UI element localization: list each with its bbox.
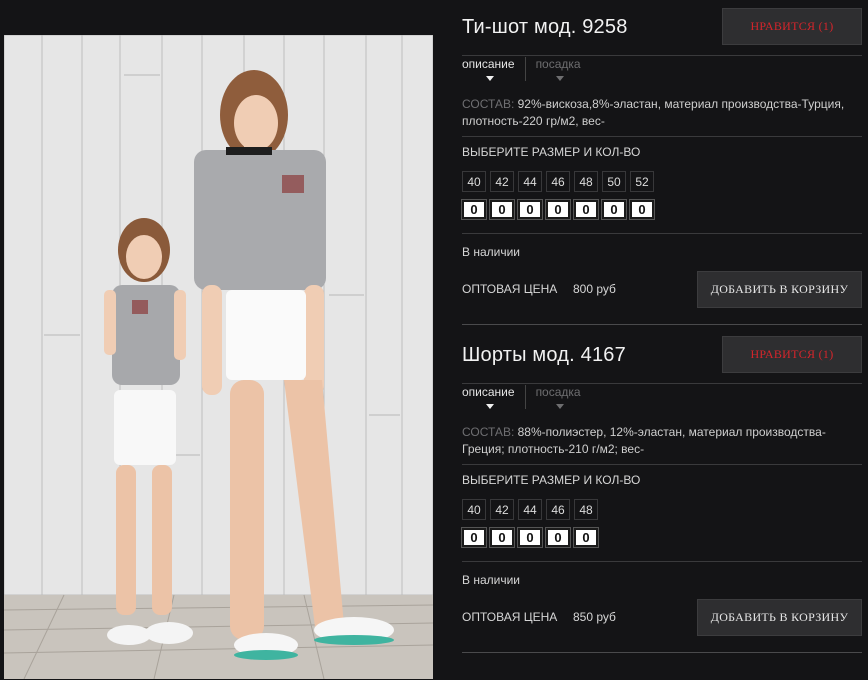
tab-description[interactable]: описание [462,385,525,409]
size-option[interactable]: 44 [518,171,542,192]
stock-status: В наличии [462,245,521,259]
composition-value: 92%-вискоза,8%-эластан, материал произво… [462,97,845,128]
quantity-list: 0 0 0 0 0 0 0 [461,199,655,220]
divider [462,383,862,384]
quantity-input[interactable]: 0 [461,199,487,220]
quantity-input[interactable]: 0 [517,199,543,220]
choose-size-label: ВЫБЕРИТЕ РАЗМЕР И КОЛ-ВО [462,473,641,487]
price-value: 850 руб [573,610,616,624]
tab-fit-label: посадка [535,385,581,399]
size-option[interactable]: 40 [462,171,486,192]
caret-down-icon [555,404,564,409]
divider [462,233,862,234]
divider [462,464,862,465]
tab-description-label: описание [462,385,515,399]
choose-size-label: ВЫБЕРИТЕ РАЗМЕР И КОЛ-ВО [462,145,641,159]
size-list: 40 42 44 46 48 [462,499,598,520]
size-list: 40 42 44 46 48 50 52 [462,171,654,192]
size-option[interactable]: 48 [574,499,598,520]
composition-label: СОСТАВ: [462,425,515,439]
product-title: Ти-шот мод. 9258 [462,16,628,38]
composition-value: 88%-полиэстер, 12%-эластан, материал про… [462,425,826,456]
size-option[interactable]: 52 [630,171,654,192]
like-button[interactable]: НРАВИТСЯ (1) [722,336,862,373]
size-option[interactable]: 42 [490,171,514,192]
quantity-input[interactable]: 0 [629,199,655,220]
quantity-input[interactable]: 0 [545,527,571,548]
product-tabs: описание посадка [462,385,591,409]
divider [462,561,862,562]
quantity-input[interactable]: 0 [489,527,515,548]
caret-down-icon [486,76,494,81]
caret-down-icon [486,404,494,409]
price-value: 800 руб [573,282,616,296]
composition-text: СОСТАВ: 92%-вискоза,8%-эластан, материал… [462,96,862,130]
divider [462,324,862,325]
divider [462,55,862,56]
add-to-cart-button[interactable]: ДОБАВИТЬ В КОРЗИНУ [697,599,862,636]
product-photo [4,35,433,679]
divider [462,652,862,653]
product-tabs: описание посадка [462,57,591,81]
size-option[interactable]: 42 [490,499,514,520]
quantity-input[interactable]: 0 [601,199,627,220]
price-label: ОПТОВАЯ ЦЕНА [462,282,558,296]
quantity-list: 0 0 0 0 0 [461,527,599,548]
size-option[interactable]: 46 [546,171,570,192]
tab-fit-label: посадка [535,57,581,71]
composition-text: СОСТАВ: 88%-полиэстер, 12%-эластан, мате… [462,424,862,458]
divider [462,136,862,137]
product-title: Шорты мод. 4167 [462,344,626,366]
size-option[interactable]: 50 [602,171,626,192]
quantity-input[interactable]: 0 [573,199,599,220]
price-label: ОПТОВАЯ ЦЕНА [462,610,558,624]
size-option[interactable]: 48 [574,171,598,192]
like-button[interactable]: НРАВИТСЯ (1) [722,8,862,45]
caret-down-icon [555,76,564,81]
size-option[interactable]: 46 [546,499,570,520]
composition-label: СОСТАВ: [462,97,515,111]
size-option[interactable]: 40 [462,499,486,520]
stock-status: В наличии [462,573,521,587]
quantity-input[interactable]: 0 [573,527,599,548]
quantity-input[interactable]: 0 [461,527,487,548]
tab-description[interactable]: описание [462,57,525,81]
tab-fit[interactable]: посадка [524,385,591,409]
add-to-cart-button[interactable]: ДОБАВИТЬ В КОРЗИНУ [697,271,862,308]
tab-fit[interactable]: посадка [524,57,591,81]
size-option[interactable]: 44 [518,499,542,520]
tab-description-label: описание [462,57,515,71]
quantity-input[interactable]: 0 [545,199,571,220]
quantity-input[interactable]: 0 [489,199,515,220]
quantity-input[interactable]: 0 [517,527,543,548]
